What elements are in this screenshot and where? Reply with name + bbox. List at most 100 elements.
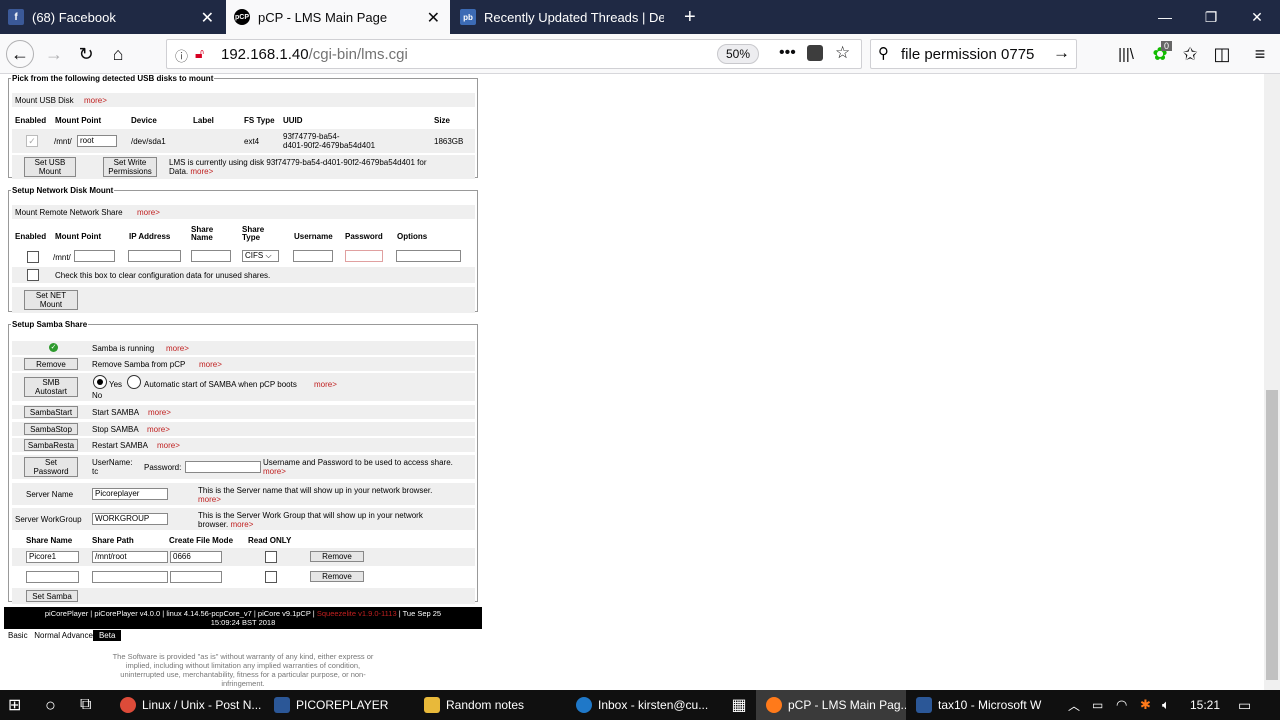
tab-pcp[interactable]: pCP pCP - LMS Main Page ✕ bbox=[226, 0, 450, 34]
set-write-permissions-button[interactable]: Set Write Permissions bbox=[103, 157, 157, 177]
more-link[interactable]: more> bbox=[147, 425, 170, 434]
net-options-input[interactable] bbox=[396, 250, 461, 262]
autostart-yes-radio[interactable] bbox=[93, 375, 107, 389]
home-icon[interactable]: ⌂ bbox=[104, 40, 132, 68]
samba-password-input[interactable] bbox=[185, 461, 261, 473]
tab-facebook[interactable]: f (68) Facebook ✕ bbox=[0, 0, 224, 34]
new-tab-button[interactable]: + bbox=[678, 0, 706, 34]
share-path-input[interactable] bbox=[92, 571, 168, 583]
share-mode-input[interactable]: 0666 bbox=[170, 551, 222, 563]
more-link[interactable]: more> bbox=[166, 344, 189, 353]
url-text: 192.168.1.40/cgi-bin/lms.cgi bbox=[221, 46, 408, 63]
search-bar[interactable]: ⚲ file permission 0775 → bbox=[870, 39, 1077, 69]
more-link[interactable]: more> bbox=[84, 96, 107, 105]
more-link[interactable]: more> bbox=[137, 208, 160, 217]
remove-share-button[interactable]: Remove bbox=[310, 551, 364, 562]
share-mode-input[interactable] bbox=[170, 571, 222, 583]
taskbar-picoreplayer[interactable]: PICOREPLAYER bbox=[266, 690, 414, 720]
forward-icon[interactable]: → bbox=[40, 40, 68, 68]
share-name-input[interactable]: Picore1 bbox=[26, 551, 79, 563]
close-window-icon[interactable]: ✕ bbox=[1234, 0, 1280, 34]
server-name-input[interactable]: Picoreplayer bbox=[92, 488, 168, 500]
volume-icon[interactable]: 🔈︎ bbox=[1162, 690, 1170, 720]
insecure-lock-icon[interactable]: 🔓︎ bbox=[195, 45, 204, 62]
net-password-input[interactable] bbox=[345, 250, 383, 262]
more-link[interactable]: more> bbox=[148, 408, 171, 417]
mode-advanced[interactable]: Advance bbox=[62, 631, 93, 640]
net-share-type-select[interactable]: CIFS ⌵ bbox=[242, 250, 279, 262]
more-link[interactable]: more> bbox=[190, 167, 213, 176]
mode-beta[interactable]: Beta bbox=[92, 630, 122, 641]
menu-icon[interactable]: ≡ bbox=[1246, 40, 1274, 68]
samba-stop-button[interactable]: SambaStop bbox=[24, 423, 78, 435]
more-link[interactable]: more> bbox=[157, 441, 180, 450]
taskbar-chrome[interactable]: Linux / Unix - Post N... bbox=[112, 690, 264, 720]
tray-app-icon[interactable]: ✱ bbox=[1140, 690, 1151, 720]
windows-start-icon[interactable]: ⊞ bbox=[8, 690, 21, 720]
close-icon[interactable]: ✕ bbox=[201, 8, 214, 28]
share-name-input[interactable] bbox=[26, 571, 79, 583]
set-password-button[interactable]: Set Password bbox=[24, 457, 78, 477]
battery-icon[interactable]: ▭ bbox=[1092, 690, 1103, 720]
usb-mount-point-input[interactable]: root bbox=[77, 135, 117, 147]
url-bar[interactable]: ⓘ 🔓︎ 192.168.1.40/cgi-bin/lms.cgi 50% ••… bbox=[166, 39, 862, 69]
remove-samba-button[interactable]: Remove bbox=[24, 358, 78, 370]
net-enabled-checkbox[interactable] bbox=[27, 251, 39, 263]
sidebar-icon[interactable]: ◫ bbox=[1208, 40, 1236, 68]
workgroup-input[interactable]: WORKGROUP bbox=[92, 513, 168, 525]
net-mount-point-input[interactable] bbox=[74, 250, 115, 262]
bookmark-star-icon[interactable]: ☆ bbox=[835, 43, 850, 63]
more-link[interactable]: more> bbox=[314, 380, 337, 389]
taskbar-label: Random notes bbox=[446, 698, 525, 712]
clock[interactable]: 15:21 bbox=[1190, 690, 1220, 720]
set-samba-button[interactable]: Set Samba bbox=[26, 590, 78, 602]
more-link[interactable]: more> bbox=[198, 495, 221, 504]
calculator-icon[interactable]: ▦ bbox=[726, 690, 752, 720]
usb-enabled-checkbox[interactable]: ✓ bbox=[26, 135, 38, 147]
net-username-input[interactable] bbox=[293, 250, 333, 262]
remove-share-button[interactable]: Remove bbox=[310, 571, 364, 582]
close-icon[interactable]: ✕ bbox=[427, 8, 440, 28]
mode-basic[interactable]: Basic bbox=[8, 631, 28, 640]
pocket-icon[interactable] bbox=[807, 45, 823, 61]
taskbar-firefox[interactable]: pCP - LMS Main Pag... bbox=[756, 690, 906, 720]
cortana-icon[interactable]: ○ bbox=[45, 690, 56, 720]
net-ip-input[interactable] bbox=[128, 250, 181, 262]
clear-unused-checkbox[interactable] bbox=[27, 269, 39, 281]
library-icon[interactable]: |||\ bbox=[1112, 40, 1140, 68]
minimize-icon[interactable]: — bbox=[1142, 0, 1188, 34]
wifi-icon[interactable]: ◠ bbox=[1116, 690, 1127, 720]
share-path-input[interactable]: /mnt/root bbox=[92, 551, 168, 563]
more-link[interactable]: more> bbox=[230, 520, 253, 529]
zoom-indicator[interactable]: 50% bbox=[717, 44, 760, 64]
search-input[interactable]: file permission 0775 bbox=[901, 46, 1034, 63]
set-net-mount-button[interactable]: Set NET Mount bbox=[24, 290, 78, 310]
smb-autostart-button[interactable]: SMB Autostart bbox=[24, 377, 78, 397]
samba-restart-button[interactable]: SambaResta bbox=[24, 439, 78, 451]
more-link[interactable]: more> bbox=[263, 467, 286, 476]
restore-icon[interactable]: ❐ bbox=[1188, 0, 1234, 34]
autostart-no-radio[interactable] bbox=[127, 375, 141, 389]
set-usb-mount-button[interactable]: Set USB Mount bbox=[24, 157, 76, 177]
password-note: Username and Password to be used to acce… bbox=[263, 458, 453, 467]
taskbar-inbox[interactable]: Inbox - kirsten@cu... bbox=[568, 690, 720, 720]
notifications-icon[interactable]: ▭ bbox=[1238, 690, 1251, 720]
task-view-icon[interactable]: ⧉ bbox=[80, 690, 91, 720]
taskbar-word[interactable]: tax10 - Microsoft W bbox=[908, 690, 1054, 720]
more-link[interactable]: more> bbox=[199, 360, 222, 369]
search-go-icon[interactable]: → bbox=[1053, 43, 1070, 63]
taskbar-notes[interactable]: Random notes bbox=[416, 690, 566, 720]
tab-forum[interactable]: pb Recently Updated Threads | De bbox=[452, 0, 676, 34]
read-only-checkbox[interactable] bbox=[265, 571, 277, 583]
samba-start-button[interactable]: SambaStart bbox=[24, 406, 78, 418]
tray-chevron-icon[interactable]: ︿ bbox=[1068, 690, 1080, 720]
read-only-checkbox[interactable] bbox=[265, 551, 277, 563]
back-icon[interactable]: ← bbox=[6, 40, 34, 68]
info-icon[interactable]: ⓘ bbox=[175, 46, 188, 65]
reload-icon[interactable]: ↻ bbox=[72, 40, 100, 68]
mode-normal[interactable]: Normal bbox=[34, 631, 60, 640]
save-to-pocket-icon[interactable]: ✩ bbox=[1176, 40, 1204, 68]
page-actions-icon[interactable]: ••• bbox=[779, 44, 796, 62]
scrollbar-thumb[interactable] bbox=[1266, 390, 1278, 680]
net-share-name-input[interactable] bbox=[191, 250, 231, 262]
